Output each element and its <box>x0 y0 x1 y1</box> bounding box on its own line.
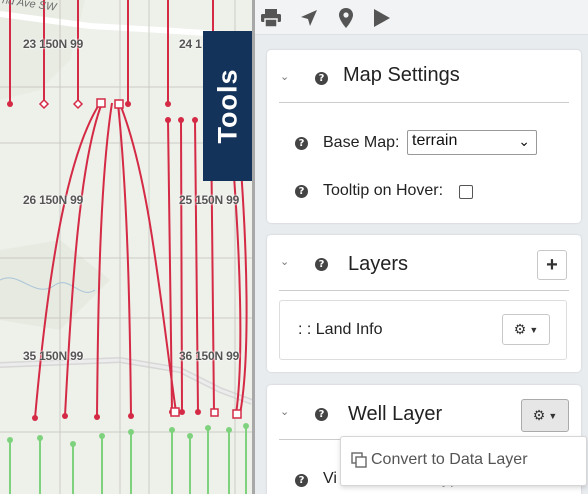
copy-icon <box>351 452 367 468</box>
print-icon[interactable] <box>261 8 281 28</box>
township-label: 35 150N 99 <box>23 349 84 363</box>
well-layer-dropdown-menu: Convert to Data Layer <box>340 436 587 486</box>
map-settings-card: ⌄ ? Map Settings ? Base Map: terrain ⌄ ?… <box>267 50 581 223</box>
tools-tab-label: Tools <box>212 68 242 144</box>
chevron-down-icon[interactable]: ⌄ <box>280 70 289 83</box>
help-icon[interactable]: ? <box>295 185 308 198</box>
map-marker-icon[interactable] <box>336 8 356 28</box>
base-map-select[interactable]: terrain ⌄ <box>407 130 537 155</box>
visible-row-label: Vi <box>323 470 337 487</box>
help-icon[interactable]: ? <box>315 408 328 421</box>
divider <box>279 102 569 103</box>
well-layer-settings-button[interactable]: ⚙ ▼ <box>521 399 569 432</box>
tooltip-on-hover-checkbox[interactable] <box>459 185 473 199</box>
help-icon[interactable]: ? <box>295 474 308 487</box>
layers-header[interactable]: ⌄ ? Layers <box>267 235 581 287</box>
navigate-arrow-icon[interactable] <box>299 8 319 28</box>
township-label: 24 1 <box>179 37 202 51</box>
layers-title: Layers <box>348 253 409 275</box>
chevron-down-icon: ⌄ <box>518 133 530 149</box>
caret-down-icon: ▼ <box>529 324 539 335</box>
township-label: 23 150N 99 <box>23 37 84 51</box>
convert-to-data-layer-item[interactable]: Convert to Data Layer <box>371 451 528 469</box>
layer-item[interactable]: : : Land Info ⚙ ▼ <box>279 300 567 360</box>
panel-toolbar <box>255 0 588 35</box>
help-icon[interactable]: ? <box>295 137 308 150</box>
play-icon[interactable] <box>372 8 392 28</box>
tools-tab[interactable]: Tools <box>203 31 252 181</box>
caret-down-icon: ▼ <box>548 410 558 421</box>
layers-card: ⌄ ? Layers + : : Land Info ⚙ ▼ <box>267 235 581 372</box>
chevron-down-icon[interactable]: ⌄ <box>280 255 289 268</box>
base-map-select-value: terrain <box>412 132 458 149</box>
layer-settings-button[interactable]: ⚙ ▼ <box>502 314 550 345</box>
map-settings-title: Map Settings <box>343 64 460 86</box>
add-layer-button[interactable]: + <box>537 250 567 280</box>
township-label: 25 150N 99 <box>179 193 240 207</box>
help-icon[interactable]: ? <box>315 258 328 271</box>
tooltip-on-hover-label: Tooltip on Hover: <box>323 182 444 199</box>
divider <box>279 290 569 291</box>
chevron-down-icon[interactable]: ⌄ <box>280 405 289 418</box>
layer-item-label: : : Land Info <box>298 321 383 338</box>
map-settings-header[interactable]: ⌄ ? Map Settings <box>267 50 581 102</box>
tools-panel: ⌄ ? Map Settings ? Base Map: terrain ⌄ ?… <box>252 0 588 494</box>
base-map-label: Base Map: <box>323 134 400 151</box>
township-label: 26 150N 99 <box>23 193 84 207</box>
gear-icon: ⚙ <box>532 407 546 423</box>
township-label: 36 150N 99 <box>179 349 240 363</box>
help-icon[interactable]: ? <box>315 72 328 85</box>
well-layer-title: Well Layer <box>348 403 443 425</box>
gear-icon: ⚙ <box>513 321 527 337</box>
